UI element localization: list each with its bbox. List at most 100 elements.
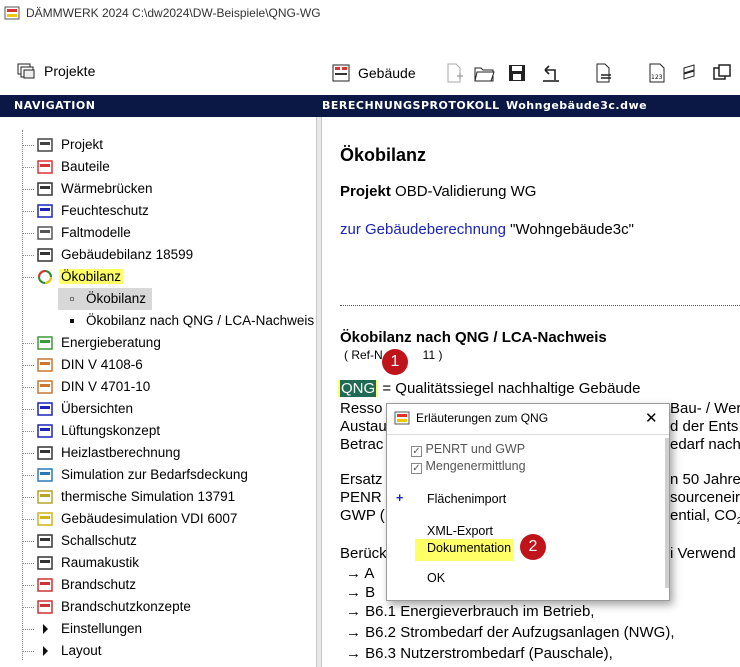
- sidebar-item-room-acoustics[interactable]: Raumakustik: [0, 552, 316, 574]
- sidebar-subitem-label: Ökobilanz: [86, 291, 147, 306]
- sidebar-item-label: Übersichten: [61, 401, 134, 416]
- ok-button[interactable]: OK: [427, 571, 445, 585]
- tree-connector: [22, 607, 34, 608]
- windows-icon[interactable]: [711, 62, 733, 84]
- text-verwend: i Verwend: [670, 545, 736, 562]
- tree-connector: [22, 233, 34, 234]
- tree-connector: [22, 145, 34, 146]
- sidebar-item-label: DIN V 4701-10: [61, 379, 151, 394]
- sidebar-item-label: Lüftungskonzept: [61, 423, 161, 438]
- components-icon: [37, 160, 53, 174]
- menu-item-dokumentation[interactable]: Dokumentation: [427, 541, 511, 555]
- sidebar-item-settings-arrow[interactable]: Einstellungen: [0, 618, 316, 640]
- svg-text:123: 123: [651, 74, 663, 81]
- sidebar-item-thermal-simulation[interactable]: thermische Simulation 13791: [0, 486, 316, 508]
- sidebar-item-building-simulation[interactable]: Gebäudesimulation VDI 6007: [0, 508, 316, 530]
- project-icon: [37, 138, 53, 152]
- thermal-simulation-icon: [37, 490, 53, 504]
- tree-connector: [22, 189, 34, 190]
- fold-model-icon: [37, 226, 53, 240]
- text-bedarf: edarf nach: [670, 436, 740, 453]
- protocol-title: BERECHNUNGSPROTOKOLL: [322, 99, 500, 112]
- projects-button[interactable]: Projekte: [16, 60, 95, 82]
- sidebar-item-eco-balance[interactable]: Ökobilanz: [0, 266, 316, 288]
- settings-arrow-icon: [43, 624, 48, 634]
- sidebar-item-thermal-bridge[interactable]: Wärmebrücken: [0, 178, 316, 200]
- sidebar-item-label: Bauteile: [61, 159, 110, 174]
- sidebar-subitem-oekobilanz[interactable]: Ökobilanz: [58, 288, 152, 310]
- app-logo-icon: [4, 6, 20, 20]
- calc-link-line: zur Gebäudeberechnung "Wohngebäude3c": [340, 221, 634, 238]
- sidebar-item-fold-model[interactable]: Faltmodelle: [0, 222, 316, 244]
- text-penrt: PENR: [340, 489, 382, 506]
- qng-abbreviation[interactable]: QNG: [340, 380, 377, 397]
- projects-label: Projekte: [44, 63, 96, 79]
- sidebar-item-heating-load[interactable]: Heizlastberechnung: [0, 442, 316, 464]
- text-ersatz: Ersatz: [340, 471, 383, 488]
- tree-connector: [22, 343, 34, 344]
- dialog-scrollbar[interactable]: [665, 438, 669, 588]
- document-icon[interactable]: [592, 62, 614, 84]
- calc-link[interactable]: zur Gebäudeberechnung: [340, 221, 506, 238]
- sidebar-item-label: Heizlastberechnung: [61, 445, 181, 460]
- sidebar-item-project[interactable]: Projekt: [0, 134, 316, 156]
- undo-icon[interactable]: [540, 62, 562, 84]
- square-bullet-icon: [70, 319, 74, 323]
- sidebar-item-din-4701[interactable]: DIN V 4701-10: [0, 376, 316, 398]
- sidebar-subitem-qng-lca[interactable]: Ökobilanz nach QNG / LCA-Nachweis: [58, 310, 316, 332]
- sidebar-item-ventilation[interactable]: Lüftungskonzept: [0, 420, 316, 442]
- tree-connector: [22, 365, 34, 366]
- sidebar-item-energy-advice[interactable]: Energieberatung: [0, 332, 316, 354]
- window-titlebar: DÄMMWERK 2024 C:\dw2024\DW-Beispiele\QNG…: [0, 0, 740, 26]
- text-gwp: GWP (: [340, 507, 385, 524]
- text-potential-main: ential, CO: [670, 507, 737, 524]
- dialog-titlebar: Erläuterungen zum QNG ✕: [387, 404, 669, 432]
- expand-plus-icon[interactable]: +: [396, 491, 403, 505]
- checkbox-penrt-label: PENRT und GWP: [425, 442, 526, 456]
- room-acoustics-icon: [37, 556, 53, 570]
- dialog-close-icon[interactable]: ✕: [645, 409, 658, 427]
- window-title: DÄMMWERK 2024 C:\dw2024\DW-Beispiele\QNG…: [26, 6, 321, 20]
- save-icon[interactable]: [506, 62, 528, 84]
- checkbox-mengen-icon: ✓: [411, 463, 422, 474]
- sidebar-item-moisture[interactable]: Feuchteschutz: [0, 200, 316, 222]
- sidebar-subitem-label: Ökobilanz nach QNG / LCA-Nachweis: [86, 313, 315, 328]
- qng-definition: = Qualitätssiegel nachhaltige Gebäude: [382, 380, 641, 397]
- new-file-icon[interactable]: [443, 62, 465, 84]
- qng-line: QNG = Qualitätssiegel nachhaltige Gebäud…: [338, 380, 640, 397]
- menu-item-xml-export[interactable]: XML-Export: [427, 524, 493, 538]
- sidebar-item-components[interactable]: Bauteile: [0, 156, 316, 178]
- sidebar-item-simulation-demand[interactable]: Simulation zur Bedarfsdeckung: [0, 464, 316, 486]
- sidebar-item-layout-arrow[interactable]: Layout: [0, 640, 316, 662]
- callout-badge-1: 1: [382, 349, 408, 375]
- list-b63: → B6.3 Nutzerstrombedarf (Pauschale),: [346, 645, 613, 662]
- sidebar-item-overview[interactable]: Übersichten: [0, 398, 316, 420]
- overview-icon: [37, 402, 53, 416]
- open-folder-icon[interactable]: [473, 62, 495, 84]
- sidebar-item-din-4108[interactable]: DIN V 4108-6: [0, 354, 316, 376]
- layers-icon[interactable]: [680, 62, 702, 84]
- sound-protection-icon: [37, 534, 53, 548]
- tree-connector: [22, 497, 34, 498]
- text-bau: Bau- / Werk: [670, 400, 740, 417]
- numbering-icon[interactable]: 123: [646, 62, 668, 84]
- sidebar-item-building-balance[interactable]: Gebäudebilanz 18599: [0, 244, 316, 266]
- ref-line-start: ( Ref-N: [344, 348, 383, 362]
- tree-connector: [22, 585, 34, 586]
- sidebar-item-label: Gebäudesimulation VDI 6007: [61, 511, 238, 526]
- menu-item-flaechenimport[interactable]: Flächenimport: [427, 492, 506, 506]
- building-button[interactable]: Gebäude: [330, 62, 416, 84]
- sidebar-item-label: Feuchteschutz: [61, 203, 149, 218]
- sidebar-item-fire-protection[interactable]: Brandschutz: [0, 574, 316, 596]
- sidebar-item-sound-protection[interactable]: Schallschutz: [0, 530, 316, 552]
- sidebar-item-label: Faltmodelle: [61, 225, 131, 240]
- text-source: sourceneir: [670, 489, 740, 506]
- main-toolbar: Projekte Gebäude 123: [0, 50, 740, 94]
- calc-link-target: "Wohngebäude3c": [510, 221, 634, 238]
- checkbox-penrt-gwp[interactable]: ✓ PENRT und GWP: [411, 442, 525, 457]
- checkbox-mengen[interactable]: ✓ Mengenermittlung: [411, 459, 526, 474]
- qng-abbreviation-highlight[interactable]: QNG: [338, 380, 379, 397]
- list-b61: → B6.1 Energieverbrauch im Betrieb,: [346, 603, 595, 620]
- building-icon: [332, 64, 350, 82]
- sidebar-item-fire-concept[interactable]: Brandschutzkonzepte: [0, 596, 316, 618]
